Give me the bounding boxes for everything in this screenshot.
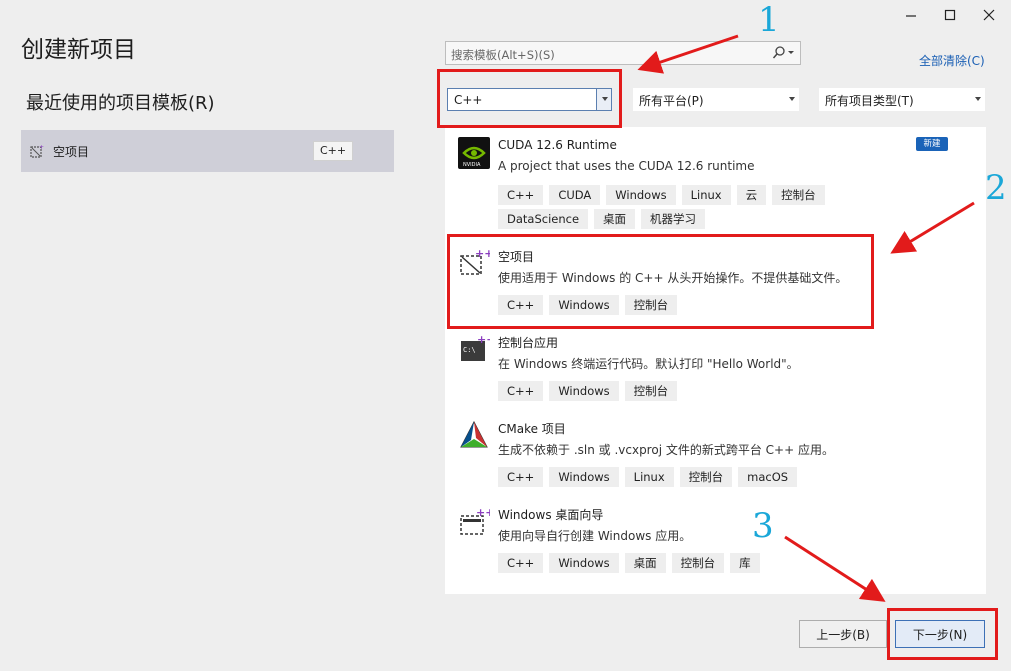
annotation-arrow-2 [890, 201, 975, 254]
annotation-number-1: 1 [758, 0, 780, 40]
annotation-arrows [637, 34, 975, 602]
annotation-number-2: 2 [985, 168, 1007, 208]
annotation-arrow-3 [784, 535, 886, 602]
annotation-number-3: 3 [752, 506, 774, 546]
annotation-arrow-1 [637, 34, 739, 74]
